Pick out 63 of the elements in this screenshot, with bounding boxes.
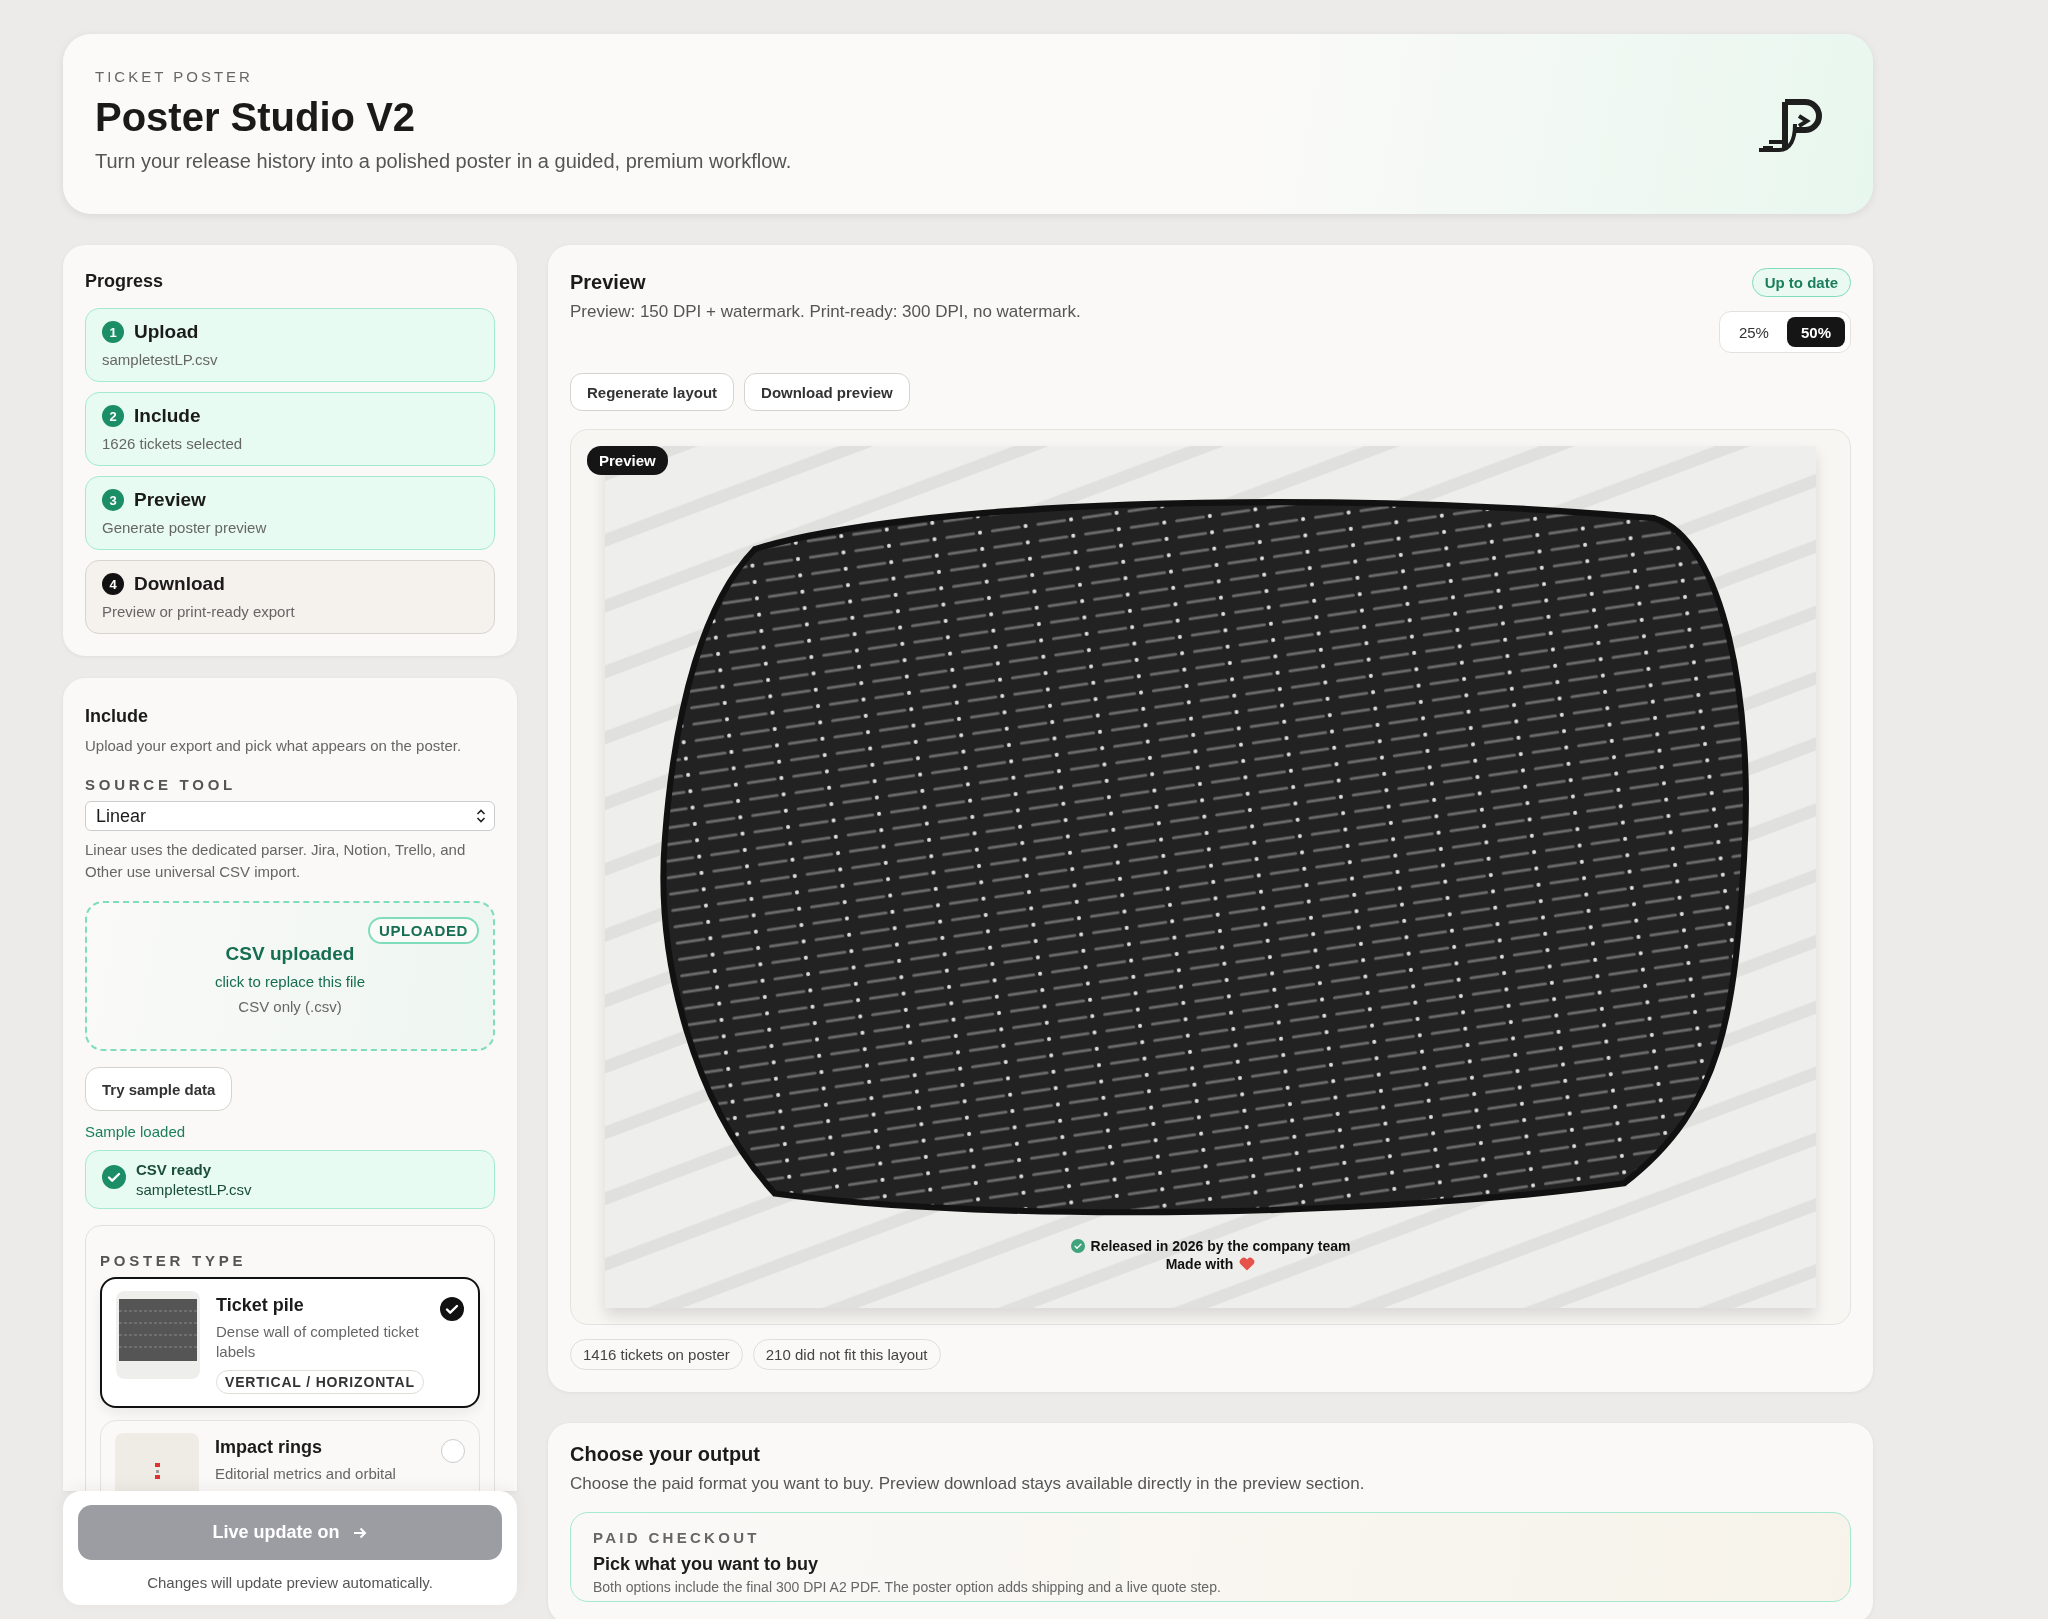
- check-icon: [102, 1165, 126, 1189]
- try-sample-button[interactable]: Try sample data: [85, 1067, 233, 1111]
- card-title: Preview: [570, 271, 647, 294]
- zoom-option[interactable]: 25%: [1724, 317, 1783, 347]
- field-label: POSTER TYPE: [100, 1252, 248, 1269]
- sample-status: Sample loaded: [85, 1123, 187, 1140]
- card-title: Include: [85, 706, 149, 727]
- option-title: Impact rings: [215, 1437, 324, 1458]
- step-number: 1: [102, 321, 124, 343]
- heart-icon: [1239, 1257, 1256, 1271]
- option-description: Editorial metrics and orbital: [215, 1464, 397, 1484]
- progress-step[interactable]: 4 Download Preview or print-ready export: [85, 560, 495, 634]
- progress-step[interactable]: 3 Preview Generate poster preview: [85, 476, 495, 550]
- card-description: Choose the paid format you want to buy. Preview download stays available directly in the preview section.: [570, 1474, 1366, 1494]
- step-number: 3: [102, 489, 124, 511]
- step-label: Upload: [134, 321, 199, 343]
- selected-check-icon: [440, 1297, 464, 1321]
- poster-type-option[interactable]: Impact rings Editorial metrics and orbital: [100, 1420, 480, 1491]
- step-label: Include: [134, 405, 201, 427]
- poster-credit: Released in 2026 by the company team: [1090, 1238, 1351, 1254]
- poster-made-with: Made with: [1165, 1256, 1234, 1272]
- file-status-title: CSV ready: [136, 1161, 213, 1178]
- step-detail: sampletestLP.csv: [102, 351, 219, 368]
- dropzone-note: CSV only (.csv): [238, 998, 342, 1015]
- option-title: Ticket pile: [216, 1295, 305, 1316]
- radio-circle[interactable]: [441, 1439, 465, 1463]
- status-badge: UPLOADED: [368, 917, 479, 944]
- zoom-option[interactable]: 50%: [1786, 317, 1845, 347]
- field-label: SOURCE TOOL: [85, 776, 237, 793]
- progress-step[interactable]: 2 Include 1626 tickets selected: [85, 392, 495, 466]
- poster-type-option[interactable]: Ticket pile Dense wall of completed ticket labels VERTICAL / HORIZONTAL: [100, 1277, 480, 1408]
- step-number: 2: [102, 405, 124, 427]
- checkout-text: Both options include the final 300 DPI A2 PDF. The poster option adds shipping and a live quote step.: [593, 1579, 1222, 1595]
- live-update-note: Changes will update preview automatically.: [147, 1574, 433, 1591]
- status-badge: Up to date: [1751, 268, 1851, 297]
- action-button[interactable]: Download preview: [744, 373, 910, 411]
- field-hint: Linear uses the dedicated parser. Jira, Notion, Trello, and Other use universal CSV import.: [85, 840, 467, 882]
- eyebrow-label: TICKET POSTER: [95, 68, 254, 85]
- page-title: Poster Studio V2: [95, 95, 417, 140]
- source-tool-select[interactable]: Linear: [85, 801, 495, 831]
- preview-badge: Preview: [587, 446, 668, 475]
- step-number: 4: [102, 573, 124, 595]
- file-name: sampletestLP.csv: [136, 1181, 252, 1198]
- check-icon: [1070, 1239, 1085, 1253]
- card-description: Preview: 150 DPI + watermark. Print-ready: 300 DPI, no watermark.: [570, 302, 1081, 322]
- card-title: Choose your output: [570, 1443, 761, 1466]
- dropzone-action: click to replace this file: [214, 973, 366, 990]
- action-button[interactable]: Regenerate layout: [570, 373, 735, 411]
- checkout-title: Pick what you want to buy: [593, 1554, 820, 1575]
- page-subtitle: Turn your release history into a polished poster in a guided, premium workflow.: [95, 150, 792, 173]
- upload-dropzone[interactable]: UPLOADED CSV uploaded click to replace this file CSV only (.csv): [85, 901, 495, 1051]
- step-label: Preview: [134, 489, 206, 511]
- progress-step[interactable]: 1 Upload sampletestLP.csv: [85, 308, 495, 382]
- card-description: Upload your export and pick what appears on the poster.: [85, 737, 463, 754]
- step-detail: Preview or print-ready export: [102, 603, 296, 620]
- dropzone-title: CSV uploaded: [225, 943, 355, 965]
- step-label: Download: [134, 573, 225, 595]
- card-title: Progress: [85, 271, 165, 292]
- option-description: Dense wall of completed ticket labels: [216, 1322, 420, 1362]
- step-detail: 1626 tickets selected: [102, 435, 244, 452]
- eyebrow-label: PAID CHECKOUT: [593, 1529, 761, 1546]
- updown-chevron-icon: [476, 809, 486, 823]
- step-detail: Generate poster preview: [102, 519, 268, 536]
